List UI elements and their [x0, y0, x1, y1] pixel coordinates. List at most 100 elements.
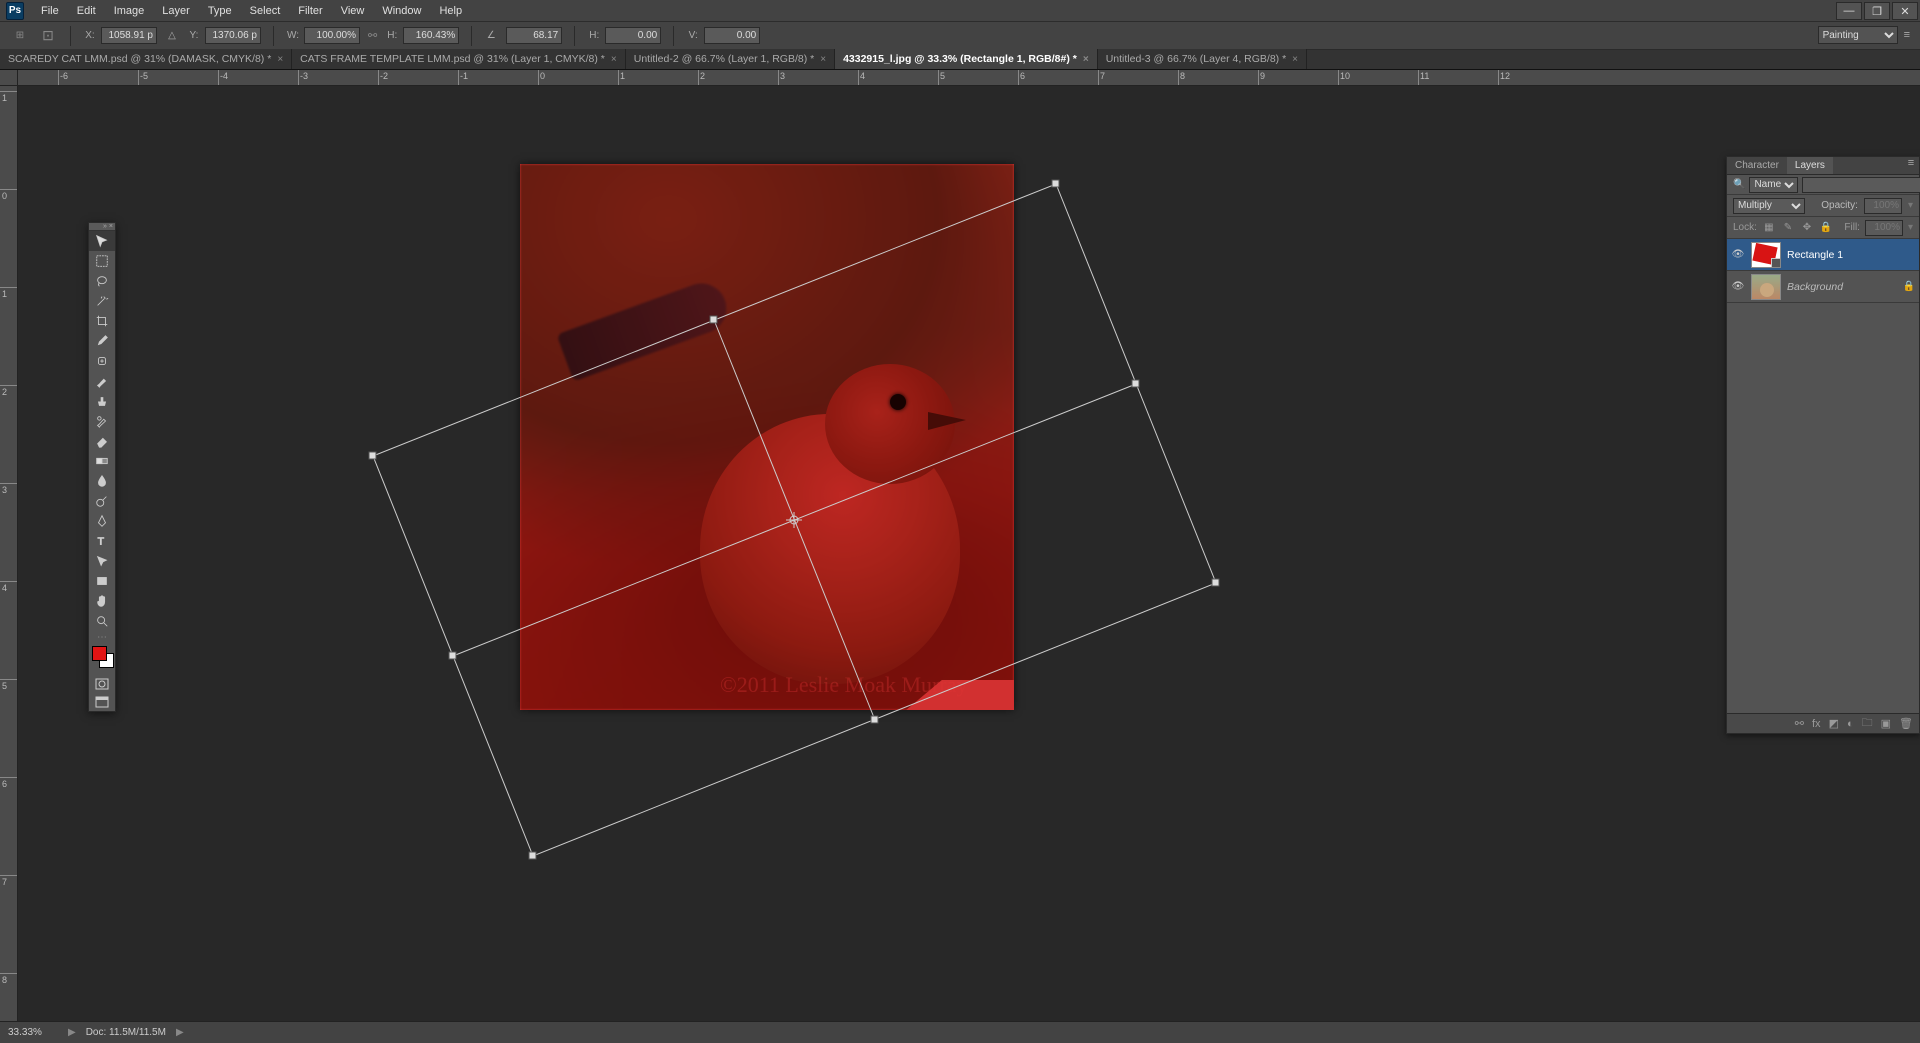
- layer-name[interactable]: Background: [1787, 281, 1843, 293]
- link-wh-icon[interactable]: ⚯: [368, 29, 377, 42]
- color-swatches[interactable]: [89, 643, 115, 675]
- opacity-input[interactable]: [1864, 198, 1902, 214]
- menu-filter[interactable]: Filter: [289, 0, 331, 22]
- menu-file[interactable]: File: [32, 0, 68, 22]
- menu-image[interactable]: Image: [105, 0, 154, 22]
- workspace-select[interactable]: Painting: [1818, 26, 1898, 44]
- visibility-icon[interactable]: 👁: [1731, 249, 1745, 260]
- tools-header[interactable]: »×: [89, 223, 115, 231]
- link-layers-icon[interactable]: ⚯: [1795, 717, 1804, 730]
- move-tool[interactable]: [89, 231, 115, 251]
- vskew-input[interactable]: [704, 27, 760, 44]
- close-icon[interactable]: ×: [820, 54, 826, 65]
- foreground-color-swatch[interactable]: [92, 646, 107, 661]
- layer-name[interactable]: Rectangle 1: [1787, 249, 1843, 261]
- close-icon[interactable]: ×: [109, 223, 113, 230]
- menu-window[interactable]: Window: [373, 0, 430, 22]
- chevron-down-icon[interactable]: ▾: [1908, 222, 1913, 233]
- menu-select[interactable]: Select: [241, 0, 290, 22]
- lasso-tool[interactable]: [89, 271, 115, 291]
- transform-preset-icon[interactable]: ⊞: [10, 26, 30, 46]
- brush-tool[interactable]: [89, 371, 115, 391]
- menu-layer[interactable]: Layer: [153, 0, 199, 22]
- layer-mask-icon[interactable]: ◩: [1829, 717, 1839, 730]
- workspace-menu-icon[interactable]: ≡: [1904, 29, 1910, 41]
- character-tab[interactable]: Character: [1727, 157, 1787, 174]
- w-input[interactable]: [304, 27, 360, 44]
- layer-style-icon[interactable]: fx: [1812, 718, 1821, 730]
- gradient-tool[interactable]: [89, 451, 115, 471]
- pen-tool[interactable]: [89, 511, 115, 531]
- chevron-down-icon[interactable]: ▾: [1908, 200, 1913, 211]
- hskew-input[interactable]: [605, 27, 661, 44]
- history-brush-tool[interactable]: [89, 411, 115, 431]
- window-maximize-button[interactable]: ❐: [1864, 2, 1890, 20]
- h-input[interactable]: [403, 27, 459, 44]
- lock-all-icon[interactable]: 🔒: [1819, 221, 1833, 235]
- dodge-tool[interactable]: [89, 491, 115, 511]
- lock-pixels-icon[interactable]: ✎: [1781, 221, 1795, 235]
- panel-menu-icon[interactable]: ≡: [1903, 157, 1919, 174]
- layers-panel[interactable]: Character Layers ≡ 🔍 Name Multiply Opaci…: [1726, 156, 1920, 734]
- healing-brush-tool[interactable]: [89, 351, 115, 371]
- marquee-tool[interactable]: [89, 251, 115, 271]
- hand-tool[interactable]: [89, 591, 115, 611]
- window-minimize-button[interactable]: —: [1836, 2, 1862, 20]
- eraser-tool[interactable]: [89, 431, 115, 451]
- delete-layer-icon[interactable]: 🗑: [1899, 717, 1913, 730]
- doc-tab-4[interactable]: Untitled-3 @ 66.7% (Layer 4, RGB/8) *×: [1098, 49, 1307, 69]
- status-arrow-icon[interactable]: ▶: [176, 1027, 184, 1038]
- layer-group-icon[interactable]: 🗀: [1862, 714, 1873, 733]
- type-tool[interactable]: T: [89, 531, 115, 551]
- visibility-icon[interactable]: 👁: [1731, 281, 1745, 292]
- screen-mode-icon[interactable]: [89, 693, 115, 711]
- layer-background[interactable]: 👁 Background 🔒: [1727, 271, 1919, 303]
- zoom-tool[interactable]: [89, 611, 115, 631]
- layer-thumb[interactable]: [1751, 242, 1781, 268]
- doc-tab-3[interactable]: 4332915_l.jpg @ 33.3% (Rectangle 1, RGB/…: [835, 49, 1098, 69]
- rectangle-tool[interactable]: [89, 571, 115, 591]
- fill-input[interactable]: [1865, 220, 1903, 236]
- canvas-area[interactable]: ©2011 Leslie Moak Murray: [18, 86, 1920, 1021]
- eyedropper-tool[interactable]: [89, 331, 115, 351]
- doc-tab-1[interactable]: CATS FRAME TEMPLATE LMM.psd @ 31% (Layer…: [292, 49, 626, 69]
- layer-rectangle-1[interactable]: 👁 Rectangle 1: [1727, 239, 1919, 271]
- tools-panel[interactable]: »× T ⋯: [88, 222, 116, 712]
- more-tools-icon[interactable]: ⋯: [89, 631, 115, 643]
- triangle-icon[interactable]: △: [165, 30, 179, 41]
- close-icon[interactable]: ×: [1083, 54, 1089, 65]
- crop-tool[interactable]: [89, 311, 115, 331]
- reference-point-icon[interactable]: ⊡: [38, 26, 58, 46]
- clone-stamp-tool[interactable]: [89, 391, 115, 411]
- zoom-value[interactable]: 33.33%: [8, 1027, 58, 1038]
- menu-type[interactable]: Type: [199, 0, 241, 22]
- layer-filter-select[interactable]: Name: [1749, 177, 1798, 193]
- collapse-icon[interactable]: »: [103, 223, 107, 230]
- angle-input[interactable]: [506, 27, 562, 44]
- x-input[interactable]: [101, 27, 157, 44]
- magic-wand-tool[interactable]: [89, 291, 115, 311]
- blend-mode-select[interactable]: Multiply: [1733, 198, 1805, 214]
- blur-tool[interactable]: [89, 471, 115, 491]
- document-canvas[interactable]: ©2011 Leslie Moak Murray: [520, 164, 1014, 710]
- menu-edit[interactable]: Edit: [68, 0, 105, 22]
- close-icon[interactable]: ×: [611, 54, 617, 65]
- ruler-horizontal[interactable]: -6-5-4-3-2-10123456789101112: [18, 70, 1920, 86]
- path-selection-tool[interactable]: [89, 551, 115, 571]
- y-input[interactable]: [205, 27, 261, 44]
- window-close-button[interactable]: ✕: [1892, 2, 1918, 20]
- lock-transparent-icon[interactable]: ▦: [1762, 221, 1776, 235]
- lock-position-icon[interactable]: ✥: [1800, 221, 1814, 235]
- layer-thumb[interactable]: [1751, 274, 1781, 300]
- layers-tab[interactable]: Layers: [1787, 157, 1833, 174]
- close-icon[interactable]: ×: [1292, 54, 1298, 65]
- doc-size[interactable]: Doc: 11.5M/11.5M: [86, 1027, 166, 1038]
- close-icon[interactable]: ×: [277, 54, 283, 65]
- menu-view[interactable]: View: [332, 0, 374, 22]
- layer-filter-input[interactable]: [1802, 177, 1920, 193]
- status-arrow-icon[interactable]: ▶: [68, 1027, 76, 1038]
- ruler-corner[interactable]: [0, 70, 18, 86]
- adjustment-layer-icon[interactable]: ◐: [1847, 718, 1854, 730]
- doc-tab-2[interactable]: Untitled-2 @ 66.7% (Layer 1, RGB/8) *×: [626, 49, 835, 69]
- ruler-vertical[interactable]: 1012345678: [0, 86, 18, 1021]
